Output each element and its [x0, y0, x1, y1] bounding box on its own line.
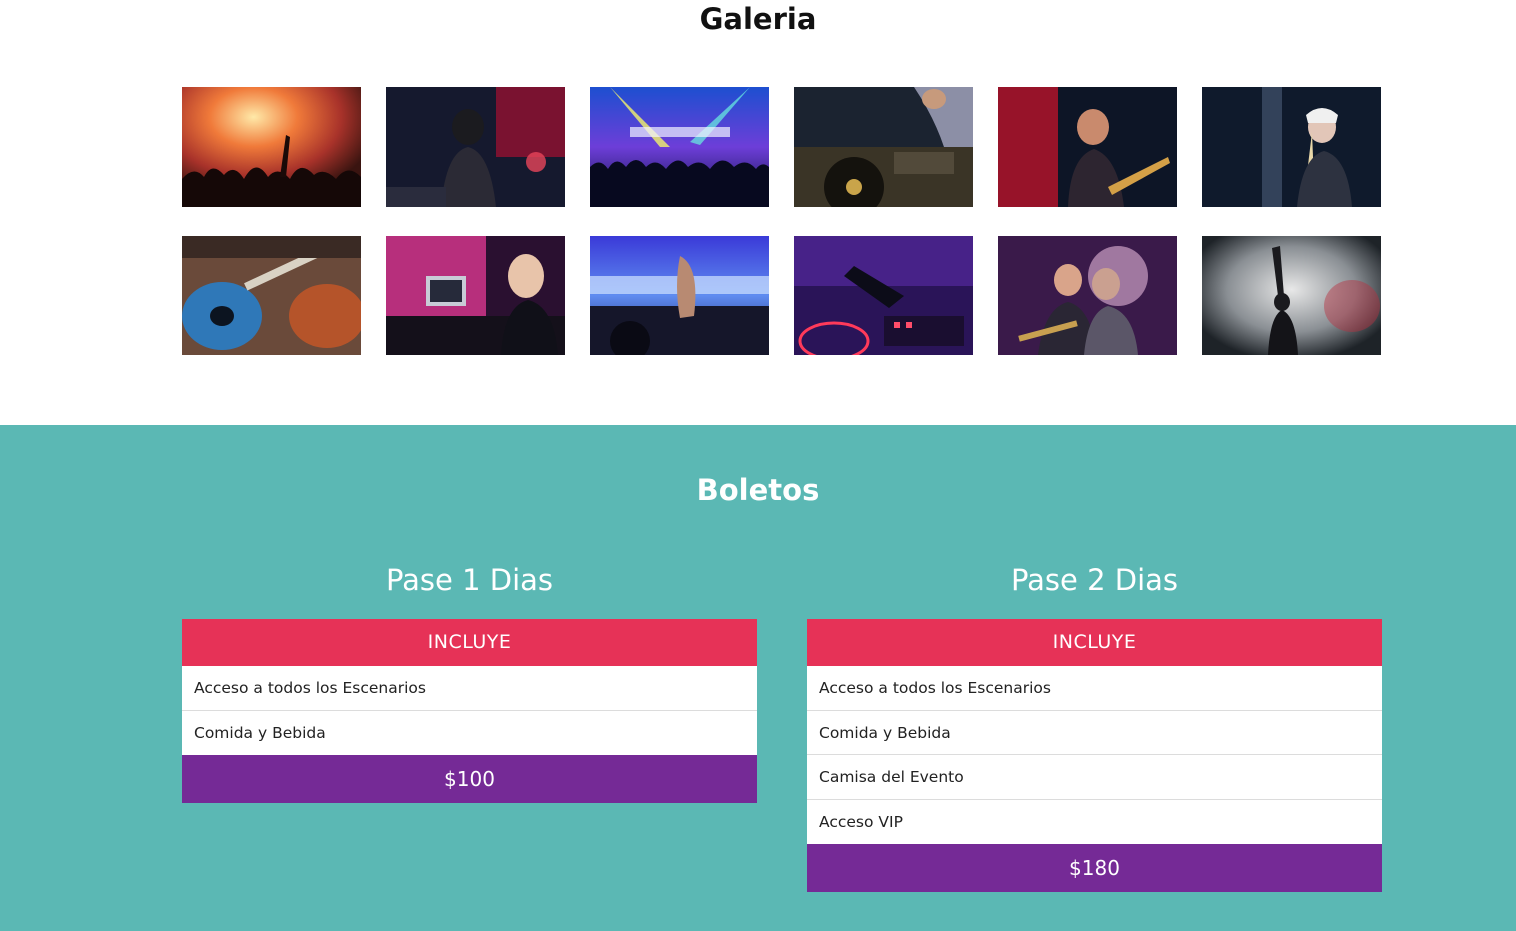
dj-laptop-photo-icon — [386, 236, 565, 355]
gallery-image-singer-on-stage[interactable] — [386, 87, 565, 207]
dj-hand-neon-photo-icon — [794, 236, 973, 355]
plan-includes-header: INCLUYE — [182, 619, 757, 666]
gallery-image-dj-turntables[interactable] — [794, 87, 973, 207]
plan-price-button[interactable]: $100 — [182, 755, 757, 803]
plan-price-button[interactable]: $180 — [807, 844, 1382, 892]
gallery-image-dj-mixer-hands[interactable] — [590, 236, 769, 355]
gallery-image-guitars-closeup[interactable] — [182, 236, 361, 355]
plan-includes-header: INCLUYE — [807, 619, 1382, 666]
female-dj-photo-icon — [1202, 87, 1381, 207]
plan-feature-item: Comida y Bebida — [182, 710, 757, 755]
plan-feature-item: Camisa del Evento — [807, 755, 1382, 800]
plan-feature-item: Acceso a todos los Escenarios — [807, 666, 1382, 711]
gallery-image-female-dj[interactable] — [1202, 87, 1381, 207]
guitars-closeup-photo-icon — [182, 236, 361, 355]
dj-mixer-hands-photo-icon — [590, 236, 769, 355]
guitarist-singing-photo-icon — [998, 87, 1177, 207]
gallery-image-dj-hand-neon[interactable] — [794, 236, 973, 355]
club-crowd-lights-photo-icon — [590, 87, 769, 207]
singer-on-stage-photo-icon — [386, 87, 565, 207]
gallery-image-performer-smoke[interactable] — [1202, 236, 1381, 355]
gallery-section: Galeria — [0, 0, 1516, 425]
gallery-image-club-crowd-lights[interactable] — [590, 87, 769, 207]
plan-feature-item: Comida y Bebida — [807, 710, 1382, 755]
plan-feature-item: Acceso VIP — [807, 799, 1382, 844]
plan-name: Pase 1 Dias — [385, 563, 554, 597]
gallery-image-dj-laptop[interactable] — [386, 236, 565, 355]
dj-turntables-photo-icon — [794, 87, 973, 207]
tickets-section: Boletos Pase 1 Dias INCLUYE Acceso a tod… — [0, 425, 1516, 931]
band-singers-photo-icon — [998, 236, 1177, 355]
gallery-image-band-singers[interactable] — [998, 236, 1177, 355]
plan-feature-item: Acceso a todos los Escenarios — [182, 666, 757, 711]
performer-smoke-photo-icon — [1202, 236, 1381, 355]
gallery-image-concert-crowd[interactable] — [182, 87, 361, 207]
plan-card: INCLUYE Acceso a todos los Escenarios Co… — [182, 619, 757, 803]
concert-crowd-photo-icon — [182, 87, 361, 207]
plan-name: Pase 2 Dias — [1010, 563, 1179, 597]
gallery-title: Galeria — [699, 2, 817, 36]
plan-card: INCLUYE Acceso a todos los Escenarios Co… — [807, 619, 1382, 892]
gallery-image-guitarist-singing[interactable] — [998, 87, 1177, 207]
tickets-title: Boletos — [696, 473, 820, 507]
